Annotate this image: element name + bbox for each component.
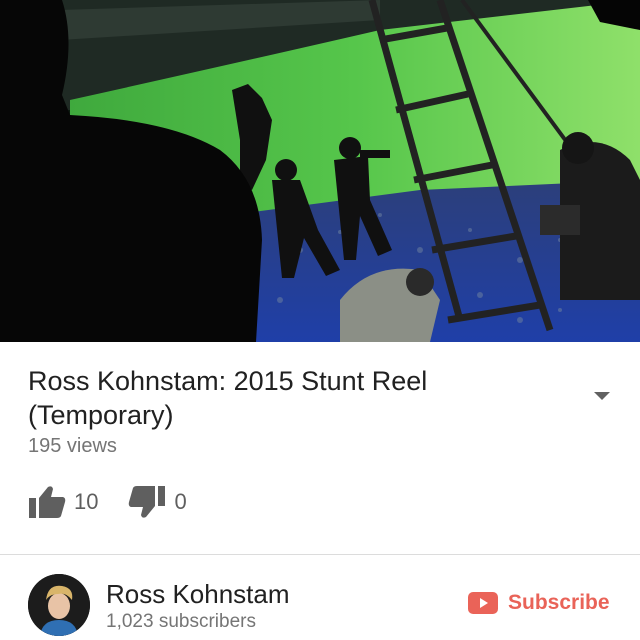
like-count: 10 [74, 489, 99, 514]
dislike-button[interactable]: 0 [128, 485, 187, 519]
subscribe-button[interactable]: Subscribe [468, 591, 610, 615]
dislike-count: 0 [174, 489, 187, 514]
channel-avatar[interactable] [28, 574, 90, 636]
video-title: Ross Kohnstam: 2015 Stunt Reel (Temporar… [28, 366, 428, 430]
channel-name[interactable]: Ross Kohnstam [106, 579, 290, 610]
thumbs-down-icon [129, 486, 166, 518]
chevron-down-icon [594, 392, 610, 400]
video-player[interactable] [0, 0, 640, 342]
subscribe-label: Subscribe [508, 591, 610, 614]
rating-actions: 10 0 [28, 482, 187, 522]
thumbs-up-icon [29, 486, 66, 518]
avatar-image [28, 574, 90, 636]
subscriber-count: 1,023 subscribers [106, 611, 256, 632]
like-button[interactable]: 10 [28, 485, 98, 519]
video-frame [0, 0, 640, 342]
view-count: 195 views [28, 435, 117, 457]
channel-row: Ross Kohnstam 1,023 subscribers Subscrib… [0, 555, 640, 640]
expand-description-button[interactable] [590, 388, 614, 404]
youtube-play-icon [468, 592, 498, 614]
